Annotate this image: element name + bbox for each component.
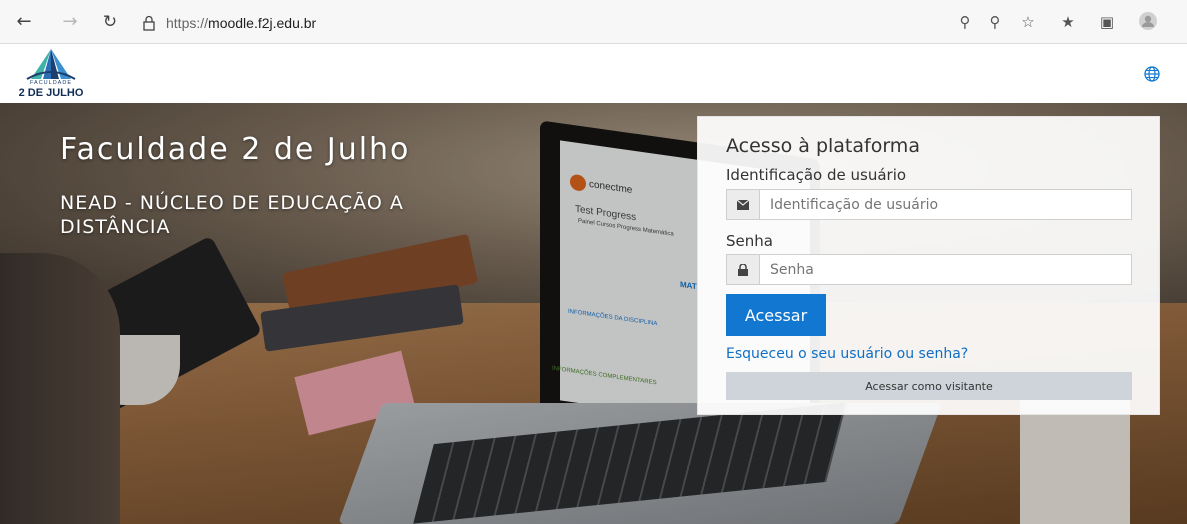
favorites-list-icon[interactable]: ★	[1058, 12, 1078, 32]
language-globe-icon[interactable]	[1144, 66, 1160, 82]
site-header: FACULDADE 2 DE JULHO	[0, 44, 1187, 103]
address-bar[interactable]: https://moodle.f2j.edu.br	[142, 13, 316, 33]
refresh-icon[interactable]: ↻	[100, 12, 120, 32]
browser-toolbar: ← → ↻ https://moodle.f2j.edu.br ⚲ ⚲ ☆ ★ …	[0, 0, 1187, 44]
favorite-star-icon[interactable]: ☆	[1018, 12, 1038, 32]
login-button[interactable]: Acessar	[726, 294, 826, 336]
password-label: Senha	[726, 232, 773, 250]
url-text: https://moodle.f2j.edu.br	[166, 15, 317, 31]
forgot-password-link[interactable]: Esqueceu o seu usuário ou senha?	[726, 346, 968, 362]
login-title: Acesso à plataforma	[726, 135, 920, 157]
zoom-icon[interactable]: ⚲	[985, 12, 1005, 32]
lock-icon	[727, 255, 760, 284]
logo-big-text: 2 DE JULHO	[18, 87, 84, 99]
username-input[interactable]	[760, 190, 1131, 219]
login-card: Acesso à plataforma Identificação de usu…	[697, 116, 1160, 415]
lock-icon	[143, 15, 155, 31]
profile-avatar-icon[interactable]	[1138, 12, 1158, 32]
faculdade-logo[interactable]: FACULDADE 2 DE JULHO	[17, 47, 85, 101]
hero-title: Faculdade 2 de Julho	[60, 132, 411, 167]
envelope-icon	[727, 190, 760, 219]
logo-small-text: FACULDADE	[29, 80, 72, 86]
back-icon[interactable]: ←	[14, 12, 34, 32]
collections-icon[interactable]: ▣	[1097, 12, 1117, 32]
key-icon[interactable]: ⚲	[955, 12, 975, 32]
hero-subtitle: NEAD - NÚCLEO DE EDUCAÇÃO A DISTÂNCIA	[60, 192, 404, 238]
password-input-group	[726, 254, 1132, 285]
password-input[interactable]	[760, 255, 1131, 284]
username-input-group	[726, 189, 1132, 220]
guest-login-button[interactable]: Acessar como visitante	[726, 372, 1132, 400]
username-label: Identificação de usuário	[726, 166, 907, 184]
forward-icon[interactable]: →	[60, 12, 80, 32]
logo-emblem-icon	[26, 49, 76, 80]
